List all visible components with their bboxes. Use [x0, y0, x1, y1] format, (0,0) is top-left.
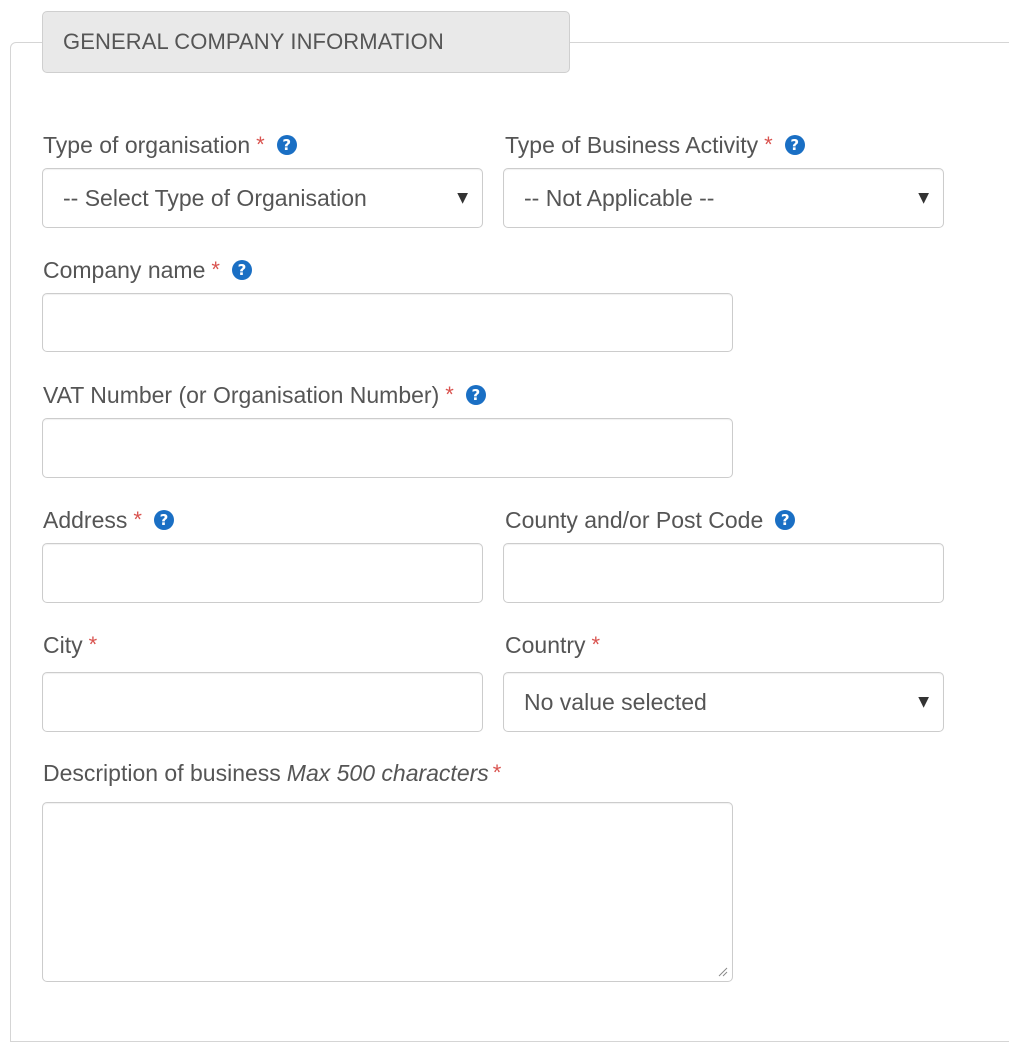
company-name-label-row: Company name * ? — [43, 255, 252, 285]
resize-handle-icon[interactable] — [716, 965, 728, 977]
org-type-label-row: Type of organisation * ? — [43, 130, 297, 160]
description-label-row: Description of business Max 500 characte… — [43, 758, 501, 788]
vat-number-label-row: VAT Number (or Organisation Number) * ? — [43, 380, 486, 410]
country-select[interactable]: No value selected ▼ — [503, 672, 944, 732]
city-label-row: City * — [43, 630, 97, 660]
question-circle-icon[interactable]: ? — [153, 510, 174, 530]
city-label: City — [43, 631, 83, 658]
required-mark: * — [591, 632, 601, 657]
company-name-label: Company name — [43, 256, 206, 283]
description-hint: Max 500 characters — [286, 759, 489, 786]
business-activity-select[interactable]: -- Not Applicable -- ▼ — [503, 168, 944, 228]
caret-down-icon: ▼ — [457, 190, 468, 206]
vat-number-input[interactable] — [42, 418, 733, 478]
address-input[interactable] — [42, 543, 483, 603]
required-mark: * — [445, 382, 454, 407]
required-mark: * — [256, 132, 265, 157]
required-mark: * — [492, 760, 502, 785]
address-label-row: Address * ? — [43, 505, 174, 535]
caret-down-icon: ▼ — [918, 694, 929, 710]
required-mark: * — [764, 132, 773, 157]
post-code-label-row: County and/or Post Code ? — [505, 505, 796, 535]
question-circle-icon[interactable]: ? — [775, 510, 796, 530]
country-label-row: Country * — [505, 630, 600, 660]
address-label: Address — [43, 506, 128, 533]
required-mark: * — [133, 507, 142, 532]
org-type-label: Type of organisation — [43, 131, 251, 158]
country-select-value: No value selected — [524, 688, 707, 715]
org-type-select[interactable]: -- Select Type of Organisation ▼ — [42, 168, 483, 228]
question-circle-icon[interactable]: ? — [465, 385, 486, 405]
vat-number-label: VAT Number (or Organisation Number) — [43, 381, 440, 408]
required-mark: * — [88, 632, 98, 657]
section-legend: GENERAL COMPANY INFORMATION — [42, 11, 570, 73]
post-code-input[interactable] — [503, 543, 944, 603]
business-activity-select-value: -- Not Applicable -- — [524, 184, 715, 211]
city-input[interactable] — [42, 672, 483, 732]
country-label: Country — [505, 631, 586, 658]
description-label: Description of business — [43, 759, 281, 786]
question-circle-icon[interactable]: ? — [231, 260, 252, 280]
post-code-label: County and/or Post Code — [505, 506, 764, 533]
description-textarea[interactable] — [42, 802, 733, 982]
caret-down-icon: ▼ — [918, 190, 929, 206]
question-circle-icon[interactable]: ? — [784, 135, 805, 155]
org-type-select-value: -- Select Type of Organisation — [63, 184, 367, 211]
question-circle-icon[interactable]: ? — [276, 135, 297, 155]
business-activity-label: Type of Business Activity — [505, 131, 759, 158]
required-mark: * — [211, 257, 220, 282]
business-activity-label-row: Type of Business Activity * ? — [505, 130, 805, 160]
company-name-input[interactable] — [42, 293, 733, 352]
